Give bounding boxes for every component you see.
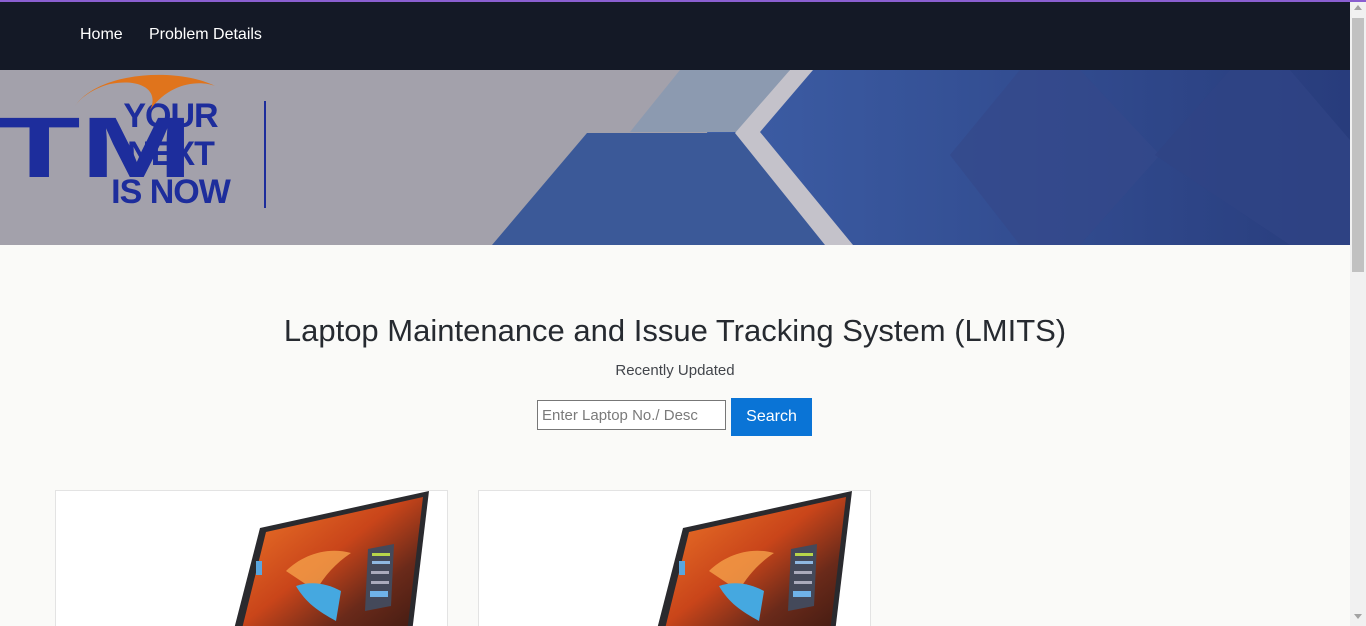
top-accent-line	[0, 0, 1366, 2]
nav-problem-details-link[interactable]: Problem Details	[149, 26, 262, 44]
main-content: Laptop Maintenance and Issue Tracking Sy…	[0, 245, 1350, 626]
tm-logo-text: TM	[0, 100, 193, 182]
scroll-down-arrow-icon[interactable]	[1354, 614, 1362, 619]
search-button[interactable]: Search	[731, 398, 812, 436]
hero-banner: YOUR NEXT IS NOW TM	[0, 70, 1350, 245]
page: Home Problem Details YOUR NEXT IS NOW TM…	[0, 0, 1350, 626]
navbar: Home Problem Details	[0, 2, 1350, 70]
search-input[interactable]	[537, 400, 726, 430]
laptop-card[interactable]	[478, 490, 871, 626]
recently-updated-label: Recently Updated	[615, 362, 735, 379]
laptop-image	[657, 491, 852, 626]
logo-divider	[264, 101, 266, 208]
nav-home-link[interactable]: Home	[80, 26, 123, 44]
scroll-up-arrow-icon[interactable]	[1354, 5, 1362, 10]
laptop-card[interactable]	[55, 490, 448, 626]
tm-logo-icon: TM	[0, 74, 215, 182]
page-title: Laptop Maintenance and Issue Tracking Sy…	[283, 313, 1067, 348]
laptop-image	[234, 491, 429, 626]
scrollbar-thumb[interactable]	[1352, 18, 1364, 272]
